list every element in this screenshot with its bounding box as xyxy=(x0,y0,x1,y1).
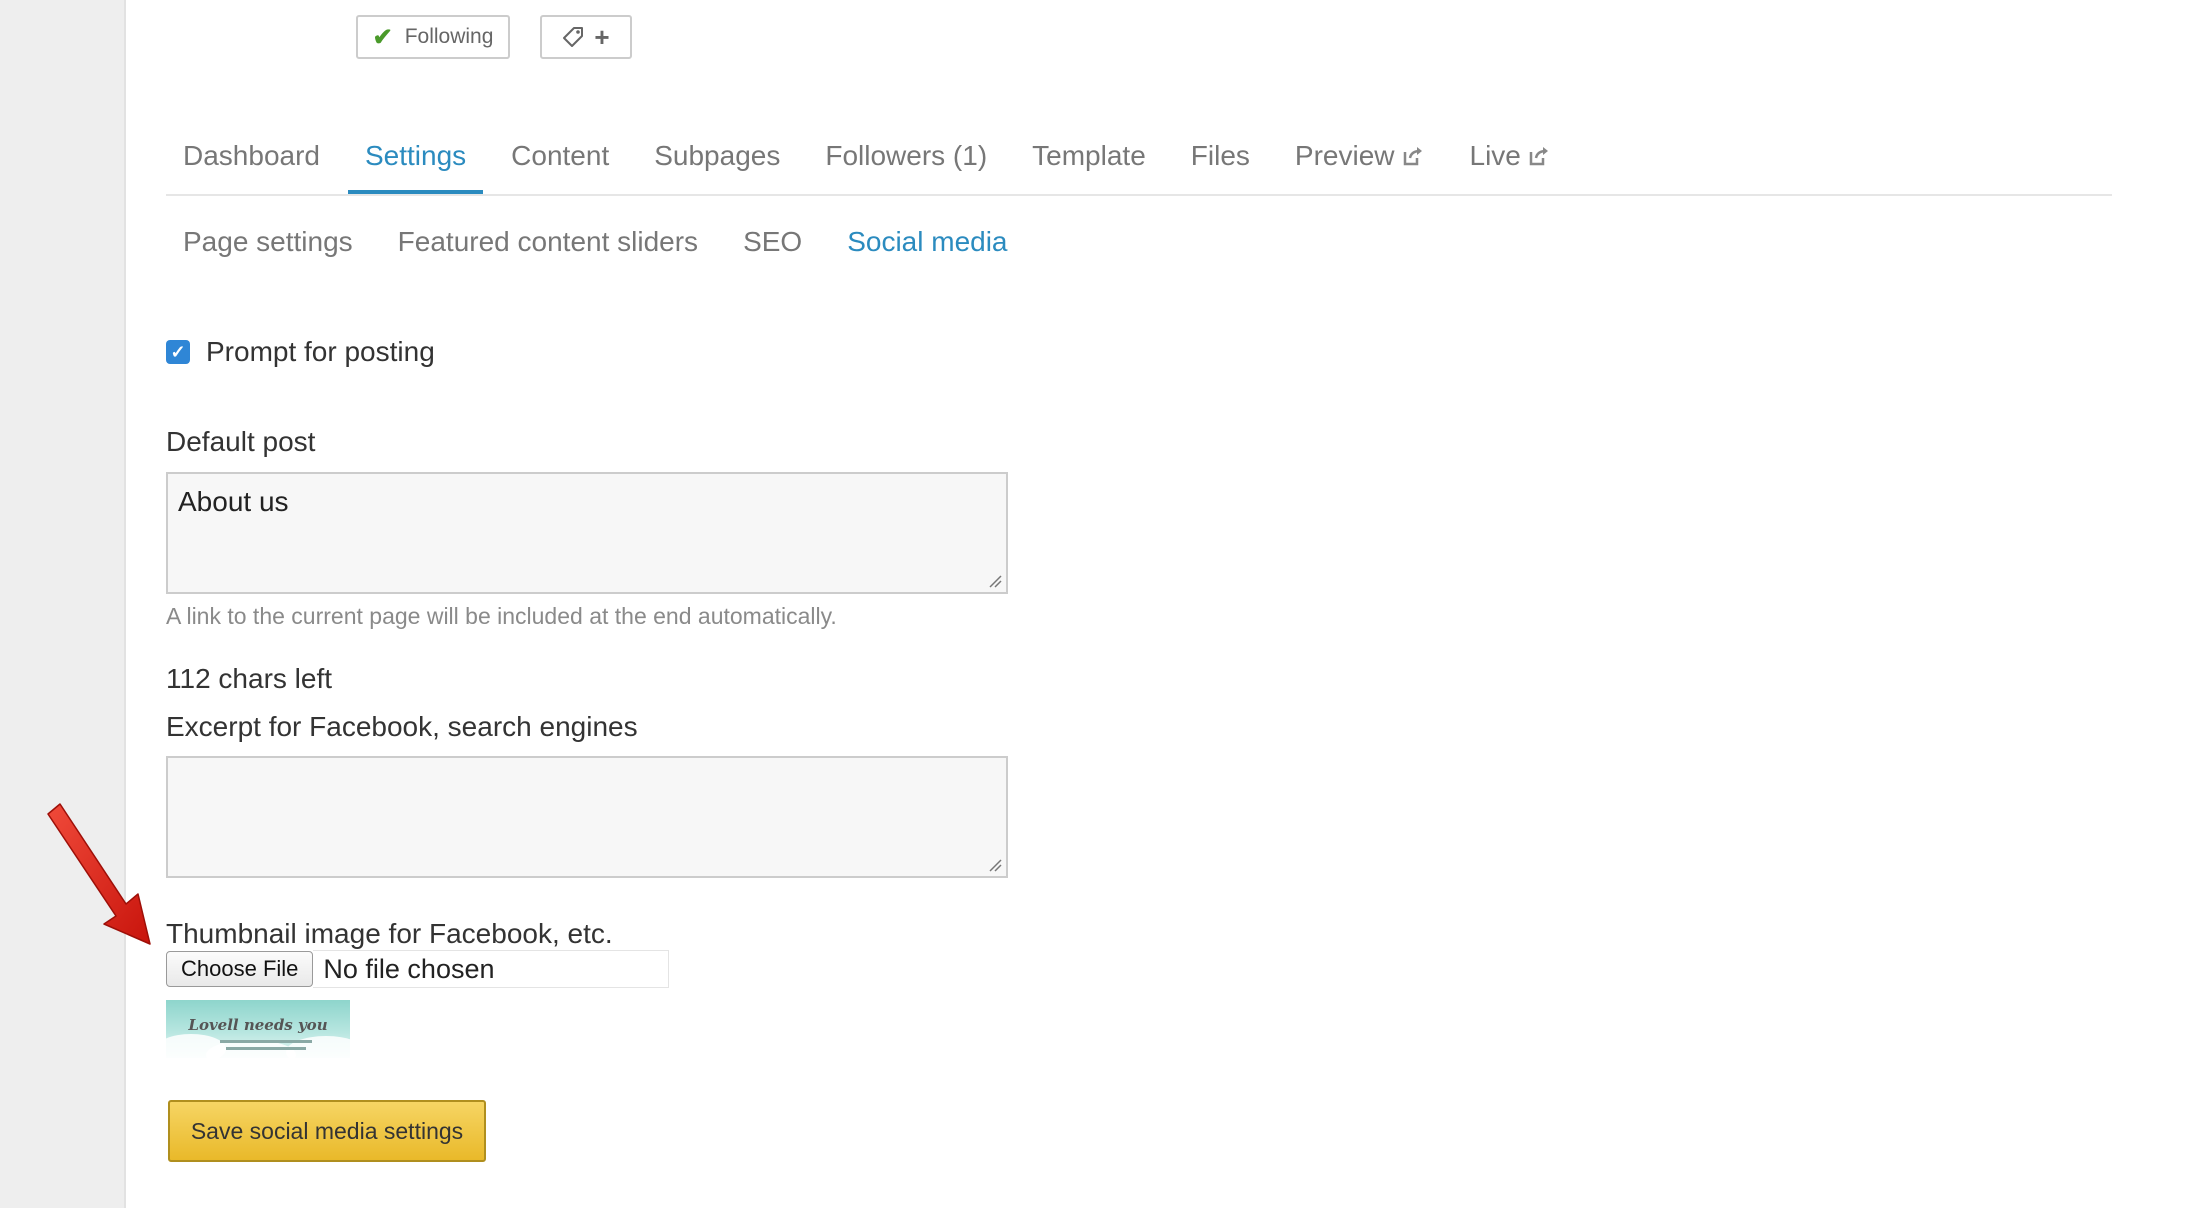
thumbnail-subtext-line xyxy=(226,1047,306,1050)
tab-content[interactable]: Content xyxy=(494,132,626,194)
prompt-for-posting-label: Prompt for posting xyxy=(206,336,435,367)
sub-tabs: Page settings Featured content sliders S… xyxy=(166,226,1036,258)
tag-icon xyxy=(563,27,584,47)
external-link-icon xyxy=(1529,147,1548,166)
tab-dashboard[interactable]: Dashboard xyxy=(166,132,337,194)
tab-subpages[interactable]: Subpages xyxy=(637,132,797,194)
tab-settings[interactable]: Settings xyxy=(347,132,484,194)
prompt-for-posting-row: ✓ Prompt for posting xyxy=(166,336,435,368)
red-arrow-icon xyxy=(47,803,151,945)
subtab-page-settings[interactable]: Page settings xyxy=(166,226,370,258)
left-gutter xyxy=(0,0,126,1208)
prompt-for-posting-checkbox[interactable]: ✓ xyxy=(166,340,190,364)
following-button[interactable]: ✔ Following xyxy=(356,15,510,59)
file-status: No file chosen xyxy=(313,950,670,988)
resize-handle-icon[interactable] xyxy=(988,574,1002,588)
checkmark-icon: ✓ xyxy=(170,341,186,362)
external-link-icon xyxy=(1403,147,1422,166)
tab-live[interactable]: Live xyxy=(1453,132,1568,194)
save-social-media-settings-button[interactable]: Save social media settings xyxy=(168,1100,486,1162)
default-post-label: Default post xyxy=(166,426,316,457)
tab-followers[interactable]: Followers (1) xyxy=(808,132,1004,194)
main-tabs: Dashboard Settings Content Subpages Foll… xyxy=(166,132,2112,196)
excerpt-textarea[interactable] xyxy=(166,756,1008,878)
resize-handle-icon[interactable] xyxy=(988,858,1002,872)
tab-template[interactable]: Template xyxy=(1015,132,1163,194)
thumbnail-label: Thumbnail image for Facebook, etc. xyxy=(166,918,613,949)
thumbnail-file-input: Choose File No file chosen xyxy=(166,950,670,988)
subtab-social-media[interactable]: Social media xyxy=(830,226,1024,258)
tab-preview[interactable]: Preview xyxy=(1278,132,1442,194)
default-post-help: A link to the current page will be inclu… xyxy=(166,603,837,629)
default-post-value: About us xyxy=(178,486,289,517)
thumbnail-preview: Lovell needs you xyxy=(166,1000,350,1058)
chars-left: 112 chars left xyxy=(166,663,333,694)
subtab-featured-content-sliders[interactable]: Featured content sliders xyxy=(381,226,715,258)
check-icon: ✔ xyxy=(372,23,393,51)
thumbnail-caption: Lovell needs you xyxy=(188,1016,328,1034)
default-post-textarea[interactable]: About us xyxy=(166,472,1008,594)
following-label: Following xyxy=(404,25,494,48)
plus-icon: + xyxy=(594,22,610,52)
add-tag-button[interactable]: + xyxy=(540,15,632,59)
thumbnail-subtext-line xyxy=(220,1040,312,1043)
subtab-seo[interactable]: SEO xyxy=(726,226,819,258)
excerpt-label: Excerpt for Facebook, search engines xyxy=(166,711,638,742)
tab-files[interactable]: Files xyxy=(1174,132,1267,194)
choose-file-button[interactable]: Choose File xyxy=(166,951,314,987)
